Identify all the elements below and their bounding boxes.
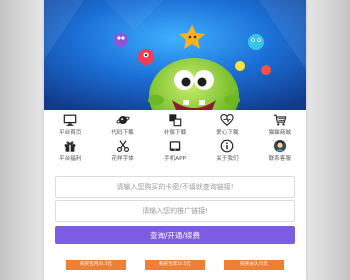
query-activate-renew-button[interactable]: 查询/开通/续费	[55, 226, 295, 244]
menu-item-label: 关于我们	[216, 156, 239, 162]
headset-avatar-icon	[273, 139, 286, 153]
promo-link-input[interactable]	[55, 200, 295, 222]
info-icon	[221, 139, 234, 153]
red-creature-icon	[138, 49, 154, 65]
purple-creature-icon	[114, 33, 128, 47]
menu-item-home[interactable]: 平台首页	[44, 112, 96, 137]
menu-item-label: 联系客服	[268, 156, 291, 162]
menu-item-patch-download[interactable]: 补偿下载	[149, 112, 201, 137]
menu-item-label: 平台首页	[59, 130, 82, 136]
menu-item-mall[interactable]: 猫猫商城	[254, 112, 306, 137]
planet-icon	[115, 115, 130, 125]
menu-item-label: 补偿下载	[163, 130, 187, 136]
menu-item-label: 代码下载	[111, 130, 134, 136]
cart-icon	[273, 114, 287, 126]
menu-item-label: 平台福利	[59, 156, 82, 162]
menu-item-label: 花样字体	[111, 156, 134, 162]
tablet-icon	[169, 141, 181, 151]
menu-item-fancy-fonts[interactable]: 花样字体	[96, 138, 148, 163]
yellow-creature-icon	[235, 61, 245, 71]
menu-item-love-download[interactable]: 爱心下载	[201, 112, 253, 137]
buy-yearly-button[interactable]: 购买包年/2.5元	[145, 260, 205, 270]
monitor-icon	[63, 114, 77, 126]
windows-squares-icon	[169, 114, 182, 127]
banner-image	[44, 0, 306, 110]
feature-row-2: 平台福利 花样字体 手机APP 关于我们 联系客服	[44, 138, 306, 163]
heart-icon	[220, 114, 235, 126]
buy-monthly-button[interactable]: 购买包月/0.3元	[66, 260, 126, 270]
menu-item-label: 手机APP	[164, 156, 186, 162]
scissors-icon	[116, 140, 129, 152]
cyan-creature-icon	[248, 34, 264, 50]
menu-item-mobile-app[interactable]: 手机APP	[149, 138, 201, 163]
menu-item-welfare[interactable]: 平台福利	[44, 138, 96, 163]
gift-icon	[64, 141, 76, 152]
main-card: 平台首页 代码下载 补偿下载 爱心下载 猫猫商城 平台福利 花样字体 手机APP…	[44, 0, 306, 280]
red-drop-icon	[261, 65, 271, 75]
menu-item-label: 猫猫商城	[268, 130, 291, 136]
buy-lifetime-button[interactable]: 购买永久/5元	[224, 260, 284, 270]
feature-row-1: 平台首页 代码下载 补偿下载 爱心下载 猫猫商城	[44, 112, 306, 137]
feature-grid: 平台首页 代码下载 补偿下载 爱心下载 猫猫商城 平台福利 花样字体 手机APP…	[44, 112, 306, 164]
card-key-input[interactable]	[55, 176, 295, 198]
menu-item-about-us[interactable]: 关于我们	[201, 138, 253, 163]
menu-item-code-download[interactable]: 代码下载	[96, 112, 148, 137]
menu-item-label: 爱心下载	[216, 130, 239, 136]
menu-item-contact-support[interactable]: 联系客服	[254, 138, 306, 163]
buy-options: 购买包月/0.3元 购买包年/2.5元 购买永久/5元	[66, 260, 284, 270]
